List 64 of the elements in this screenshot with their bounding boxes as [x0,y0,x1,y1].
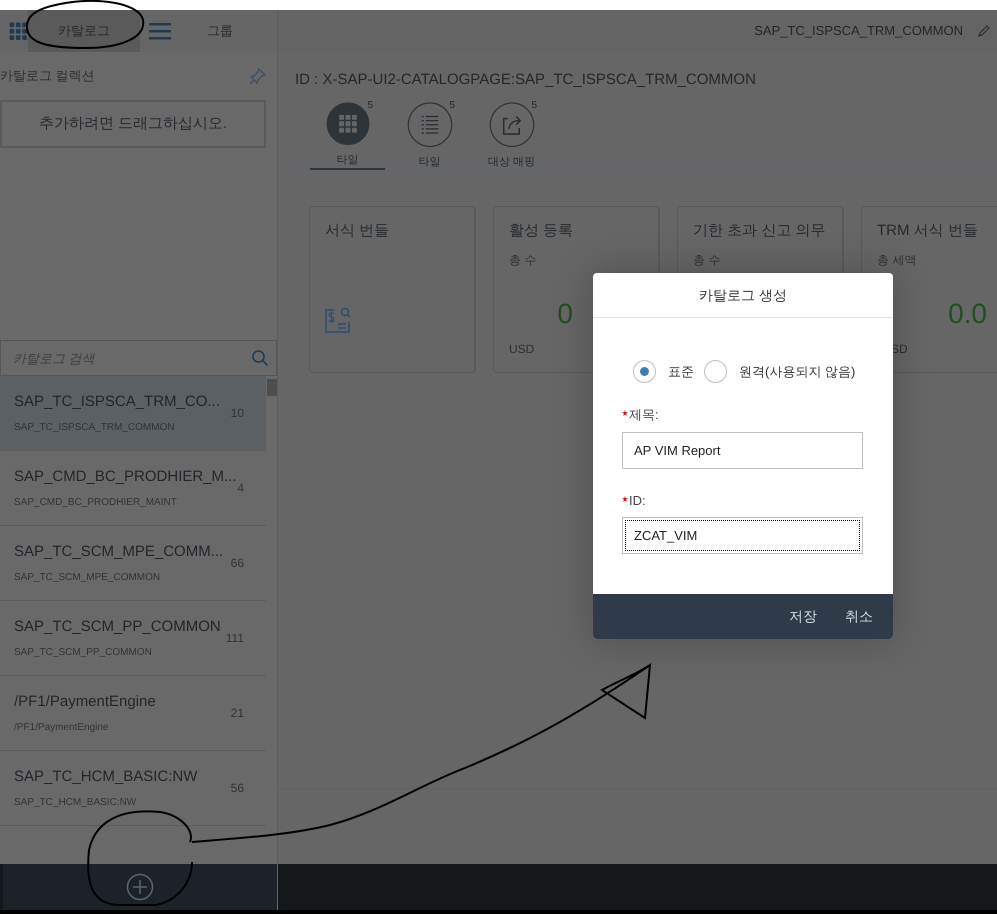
catalog-id-line: ID : X-SAP-UI2-CATALOGPAGE:SAP_TC_ISPSCA_TRM_COMMON [295,71,756,88]
tab-label: 타일 [418,154,440,170]
scrollbar-thumb[interactable] [267,379,277,396]
catalog-title: SAP_TC_HCM_BASIC:NW [14,766,198,787]
text-input[interactable]: ZCAT_VIM [622,517,863,554]
tile-count: 111 [226,630,244,647]
catalog-id: /PF1/PaymentEngine [14,721,110,736]
dialog-title: 카탈로그 생성 [699,286,787,304]
dialog-button[interactable]: 취소 [835,600,883,632]
catalog-title: SAP_CMD_BC_PRODHIER_M... [14,466,238,487]
menu-icon[interactable] [149,22,171,40]
radio-option[interactable]: 원격(사용되지 않음) [704,360,856,383]
tile-count: 21 [230,705,244,722]
page-title: SAP_TC_ISPSCA_TRM_COMMON [754,22,963,40]
kpi-unit: USD [509,341,536,358]
catalog-id: SAP_TC_SCM_MPE_COMMON [14,571,162,586]
catalog-title: /PF1/PaymentEngine [14,692,157,712]
shell-tab[interactable]: 그룹 [185,10,255,52]
catalog-list-item[interactable]: SAP_CMD_BC_PRODHIER_M... SAP_CMD_BC_PRODHIER_MAINT 4 [0,451,266,526]
catalog-title: SAP_TC_SCM_PP_COMMON [14,616,222,637]
tab-label: 대상 매핑 [488,154,536,170]
catalog-id: SAP_TC_SCM_PP_COMMON [14,646,153,660]
radio-button[interactable] [633,360,656,383]
drop-zone: 추가하려면 드래그하십시오. [0,100,266,148]
search-icon[interactable] [251,349,269,367]
catalog-id: SAP_TC_HCM_BASIC:NW [14,796,138,810]
catalog-title: SAP_TC_SCM_MPE_COMM... [14,542,224,562]
catalog-list-item[interactable]: SAP_TC_HCM_BASIC:NW SAP_TC_HCM_BASIC:NW 56 [0,751,266,826]
edit-icon[interactable] [977,24,991,38]
text-input[interactable]: AP VIM Report [622,432,863,468]
icon-tab[interactable]: 5 타일 [392,102,467,170]
tile-count: 66 [230,555,244,572]
pin-icon[interactable] [249,67,267,85]
tile-count: 56 [230,780,244,797]
catalog-title: SAP_TC_ISPSCA_TRM_CO... [14,392,221,412]
grid-icon [9,22,28,40]
collection-heading: 카탈로그 컬렉션 [0,67,95,86]
tile-subtitle: 총 세액 [877,252,918,268]
kpi-value: 0.0 [947,300,988,328]
add-icon[interactable] [126,873,154,901]
tile-subtitle: 총 수 [693,252,722,268]
tab-count: 5 [449,99,455,113]
tile-title: TRM 서식 번들 [877,221,979,241]
tile-title: 서식 번들 [325,221,390,241]
tab-label: 타일 [336,152,358,168]
tab-count: 5 [531,99,537,113]
catalog-list-item[interactable]: SAP_TC_SCM_MPE_COMM... SAP_TC_SCM_MPE_COMMON 66 [0,526,266,601]
field-label: 제목: [622,405,863,424]
catalog-list-item[interactable]: /PF1/PaymentEngine /PF1/PaymentEngine 21 [0,676,266,751]
tile[interactable]: 서식 번들 [309,206,475,373]
dialog-button[interactable]: 저장 [779,600,827,632]
tile-count: 4 [237,480,244,497]
catalog-id: SAP_CMD_BC_PRODHIER_MAINT [14,496,178,510]
catalog-list-item[interactable]: SAP_TC_SCM_PP_COMMON SAP_TC_SCM_PP_COMMON 111 [0,601,266,676]
icon-tab[interactable]: 5 대상 매핑 [474,102,549,170]
tile-subtitle: 총 수 [509,252,538,268]
tile-title: 활성 등록 [509,221,574,241]
tile-title: 기한 초과 신고 의무 [693,221,827,241]
field-label: ID: [622,490,863,510]
tab-count: 5 [367,99,373,113]
icon-tab[interactable]: 5 타일 [310,102,385,170]
kpi-value: 0 [556,300,574,328]
document-search-icon [325,307,351,334]
radio-button[interactable] [704,360,727,383]
